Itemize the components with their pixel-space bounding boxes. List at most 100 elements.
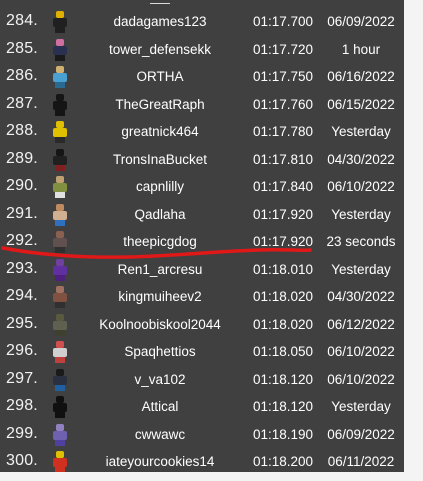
avatar-icon: [50, 11, 70, 33]
avatar-icon: [50, 341, 70, 363]
race-time: 01:17.750: [252, 69, 314, 84]
player-name: iateyourcookies14: [105, 454, 215, 469]
player-name: Attical: [141, 399, 179, 414]
avatar-icon: [50, 258, 70, 281]
player-name: Spaqhettios: [124, 344, 196, 359]
rank-label: 290.: [6, 177, 38, 194]
avatar-body: [53, 293, 67, 302]
record-date: Yesterday: [331, 124, 391, 139]
avatar-body: [53, 210, 67, 220]
record-date: Yesterday: [331, 261, 391, 277]
record-date: 04/30/2022: [327, 289, 395, 304]
avatar-legs: [55, 164, 65, 171]
leaderboard-row: 288. greatnick464 01:17.780 Yesterday: [0, 118, 404, 146]
record-date: 1 hour: [341, 41, 381, 57]
leaderboard-panel[interactable]: 284. dadagames123 01:17.700 06/09/2022 285. t…: [0, 0, 404, 472]
avatar-head: [56, 176, 64, 183]
leaderboard-row: 299. cwwawc 01:18.190 06/09/2022: [0, 421, 404, 449]
rank-label: 284.: [6, 12, 38, 29]
avatar-legs: [55, 137, 65, 143]
race-time: 01:18.190: [252, 426, 314, 442]
avatar-icon: [50, 286, 70, 308]
rank-label: 299.: [6, 424, 38, 442]
record-date: 06/10/2022: [327, 371, 395, 387]
avatar-head: [56, 38, 64, 46]
avatar-legs: [55, 82, 65, 88]
avatar-head: [56, 313, 64, 321]
leaderboard-row: 293. Ren1_arcresu 01:18.010 Yesterday: [0, 256, 404, 284]
race-time: 01:18.010: [252, 261, 314, 277]
avatar-body: [53, 18, 67, 27]
player-name: kingmuiheev2: [118, 289, 202, 304]
avatar-body: [53, 320, 67, 330]
avatar-legs: [55, 274, 65, 281]
avatar-icon: [50, 396, 70, 418]
avatar-head: [56, 66, 64, 73]
race-time: 01:18.200: [252, 454, 314, 469]
record-date: 06/09/2022: [327, 426, 395, 442]
avatar-head: [56, 121, 64, 128]
race-time: 01:18.020: [252, 316, 314, 332]
avatar-head: [56, 368, 64, 376]
avatar-legs: [55, 109, 65, 116]
record-date: 06/10/2022: [327, 344, 395, 359]
player-name: Ren1_arcresu: [117, 261, 203, 277]
leaderboard-row: 297. v_va102 01:18.120 06/10/2022: [0, 366, 404, 394]
avatar-legs: [55, 27, 65, 33]
avatar-head: [56, 148, 64, 156]
race-time: 01:17.720: [252, 41, 314, 57]
avatar-head: [56, 423, 64, 431]
race-time: 01:17.780: [252, 124, 314, 139]
record-date: 06/15/2022: [327, 96, 395, 112]
player-name: tower_defensekk: [108, 41, 212, 57]
rank-label: 295.: [6, 314, 38, 332]
rank-label: 293.: [6, 259, 38, 277]
rank-label: 285.: [6, 39, 38, 57]
avatar-legs: [55, 357, 65, 363]
player-name: cwwawc: [134, 426, 186, 442]
race-time: 01:18.120: [252, 371, 314, 387]
avatar-body: [53, 403, 67, 412]
rank-label: 298.: [6, 397, 38, 414]
avatar-body: [53, 73, 67, 82]
avatar-body: [53, 238, 67, 247]
leaderboard-row: 285. tower_defensekk 01:17.720 1 hour: [0, 36, 404, 64]
row-divider: [150, 0, 170, 4]
record-date: 04/30/2022: [327, 151, 395, 167]
avatar-legs: [55, 412, 65, 418]
rank-label: 294.: [6, 287, 38, 304]
rank-label: 297.: [6, 369, 38, 387]
leaderboard-row: 300. iateyourcookies14 01:18.200 06/11/2022: [0, 448, 404, 472]
rank-label: 289.: [6, 149, 38, 167]
avatar-icon: [50, 423, 70, 446]
avatar-icon: [50, 231, 70, 253]
avatar-legs: [55, 219, 65, 226]
avatar-body: [53, 128, 67, 137]
leaderboard-list: 284. dadagames123 01:17.700 06/09/2022 285. t…: [0, 8, 404, 472]
avatar-head: [56, 203, 64, 211]
race-time: 01:17.920: [252, 206, 314, 222]
avatar-head: [56, 341, 64, 348]
race-time: 01:17.760: [252, 96, 314, 112]
avatar-legs: [55, 54, 65, 61]
avatar-body: [53, 348, 67, 357]
avatar-icon: [50, 93, 70, 116]
avatar-icon: [50, 176, 70, 198]
avatar-icon: [50, 368, 70, 391]
avatar-legs: [55, 302, 65, 308]
player-name: ORTHA: [136, 69, 184, 84]
avatar-head: [56, 93, 64, 101]
race-time: 01:18.050: [252, 344, 314, 359]
leaderboard-row: 284. dadagames123 01:17.700 06/09/2022: [0, 8, 404, 36]
rank-label: 300.: [6, 452, 38, 469]
record-date: 06/11/2022: [327, 454, 395, 469]
race-time: 01:17.920: [252, 234, 314, 249]
avatar-head: [56, 231, 64, 238]
avatar-body: [53, 100, 67, 110]
avatar-head: [56, 451, 64, 458]
avatar-legs: [55, 384, 65, 391]
avatar-legs: [55, 329, 65, 336]
record-date: Yesterday: [331, 206, 391, 222]
rank-label: 287.: [6, 94, 38, 112]
record-date: 06/16/2022: [327, 69, 395, 84]
